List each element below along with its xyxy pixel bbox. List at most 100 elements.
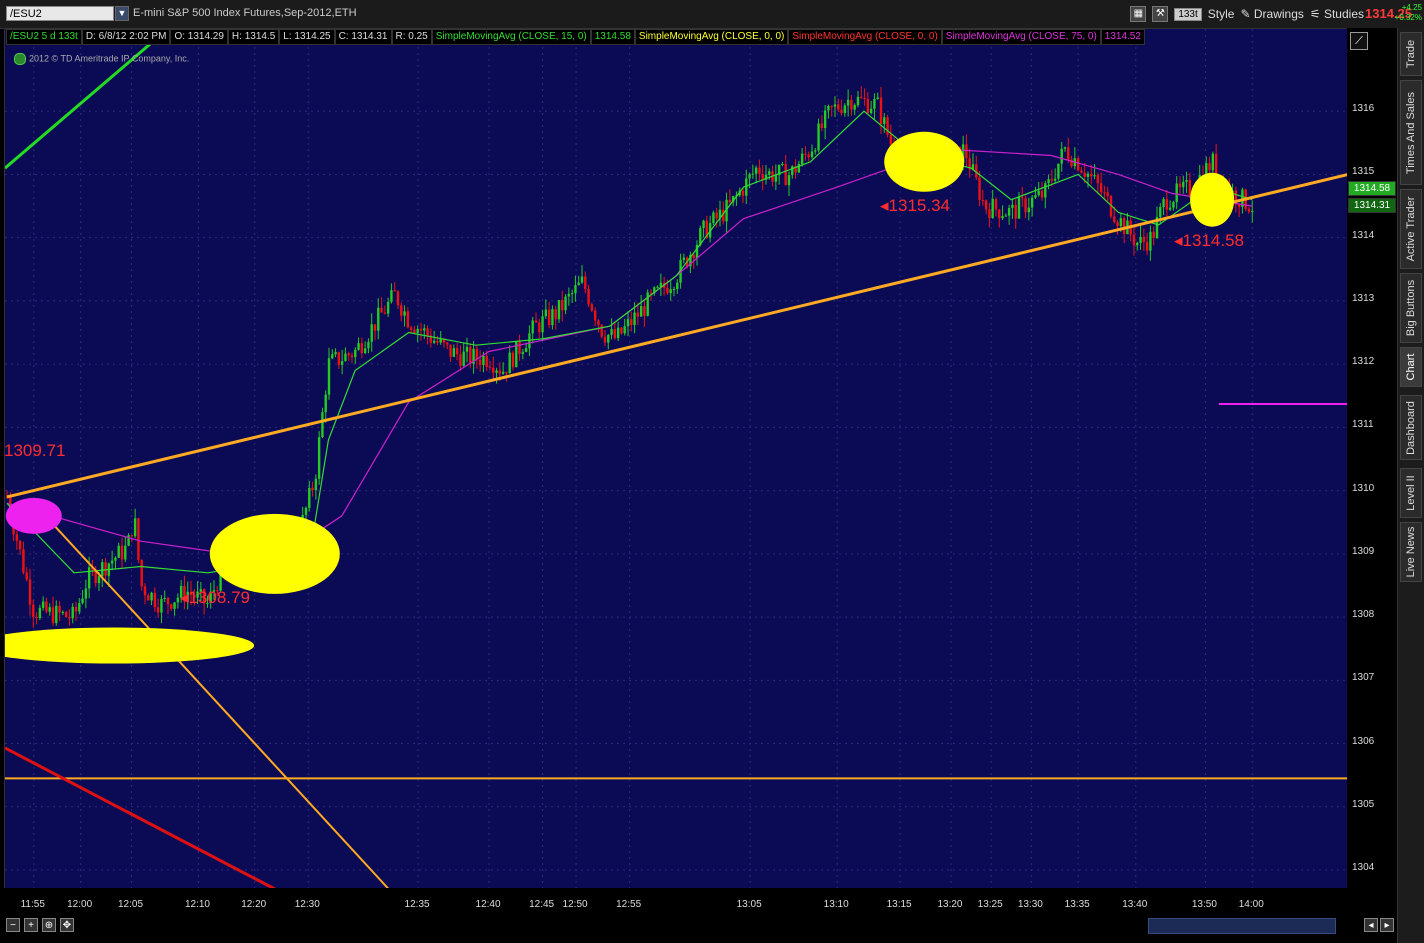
legend-date: D: 6/8/12 2:02 PM — [81, 29, 171, 45]
change-abs: +4.25 — [1401, 3, 1422, 12]
candle-body — [561, 300, 564, 311]
candle-body — [784, 163, 787, 186]
scroll-right-icon[interactable]: ▸ — [1380, 918, 1394, 932]
candle-body — [1034, 195, 1037, 198]
tab-live-news[interactable]: Live News — [1400, 522, 1422, 582]
y-tick-label: 1314 — [1352, 229, 1375, 241]
candle-body — [810, 151, 814, 158]
candle-body — [1021, 197, 1024, 199]
candle-body — [459, 354, 462, 366]
annotation-1314-58-text: 1314.58 — [1182, 231, 1244, 250]
candle-body — [426, 328, 429, 336]
candle-body — [830, 105, 833, 107]
candle-body — [988, 209, 991, 219]
candle-body — [547, 309, 551, 326]
candle-body — [304, 507, 308, 515]
candle-body — [163, 597, 166, 599]
zoom-in-icon[interactable]: + — [24, 918, 38, 932]
candle-body — [846, 99, 850, 106]
candle-body — [15, 534, 19, 541]
candle-body — [413, 329, 416, 333]
tab-active-trader-label: Active Trader — [1405, 196, 1417, 262]
time-axis[interactable] — [0, 888, 1397, 943]
x-tick-label: 13:30 — [1017, 899, 1043, 910]
zoom-out-icon[interactable]: − — [6, 918, 20, 932]
legend-sma0b: SimpleMovingAvg (CLOSE, 0, 0) — [788, 29, 942, 45]
candle-body — [133, 518, 137, 537]
price-axis[interactable] — [1347, 28, 1397, 888]
candle-body — [383, 312, 387, 314]
candle-body — [446, 342, 449, 345]
y-tick-label: 1310 — [1352, 482, 1375, 494]
candle-body — [577, 282, 580, 286]
x-tick-label: 13:40 — [1122, 899, 1148, 910]
zoom-fit-icon[interactable]: ⊕ — [42, 918, 56, 932]
grid-icon[interactable]: ▦ — [1130, 6, 1147, 22]
candle-body — [1211, 153, 1215, 171]
studies-menu[interactable]: ⚟ Studies — [1310, 7, 1364, 21]
scroll-left-icon[interactable]: ◂ — [1364, 918, 1378, 932]
candle-body — [465, 346, 469, 352]
candle-body — [147, 595, 150, 601]
candle-body — [554, 309, 557, 320]
tab-times-and-sales[interactable]: Times And Sales — [1400, 80, 1422, 185]
candle-body — [393, 290, 396, 292]
candle-body — [432, 340, 436, 343]
candle-body — [590, 304, 594, 311]
candle-body — [48, 607, 51, 612]
highlight-ellipse-breakout — [209, 513, 340, 594]
candle-body — [656, 286, 659, 288]
candle-body — [643, 306, 646, 316]
symbol-dropdown-button[interactable]: ▼ — [115, 6, 129, 21]
aggregation-badge[interactable]: 133t — [1174, 7, 1202, 21]
symbol-input[interactable]: /ESU2 — [6, 6, 114, 21]
candle-body — [1122, 218, 1126, 235]
chart-area[interactable] — [4, 28, 1349, 890]
candle-body — [173, 602, 176, 609]
tab-big-buttons[interactable]: Big Buttons — [1400, 273, 1422, 343]
candle-body — [682, 257, 686, 261]
tab-trade[interactable]: Trade — [1400, 32, 1422, 76]
time-scrollbar[interactable] — [1148, 918, 1336, 934]
tab-level-ii[interactable]: Level II — [1400, 468, 1422, 518]
legend-range: R: 0.25 — [391, 29, 432, 45]
candle-body — [1119, 218, 1123, 227]
candle-body — [1142, 236, 1146, 242]
wrench-icon[interactable]: ⚒ — [1152, 6, 1169, 22]
copyright-note: 2012 © TD Ameritrade IP Company, Inc. — [14, 53, 189, 65]
style-menu[interactable]: Style — [1208, 7, 1235, 21]
candle-body — [35, 617, 38, 619]
candle-body — [101, 562, 104, 577]
chart-style-icon[interactable]: ⟋ — [1350, 32, 1368, 50]
candle-body — [748, 174, 751, 179]
candle-body — [1099, 183, 1103, 193]
tab-active-trader[interactable]: Active Trader — [1400, 189, 1422, 269]
candle-body — [331, 354, 334, 359]
candle-body — [344, 353, 347, 362]
candle-body — [994, 199, 998, 210]
candle-body — [879, 97, 883, 124]
tab-chart[interactable]: Chart — [1400, 347, 1422, 387]
sma15-price-box: 1314.58 — [1348, 181, 1396, 196]
candle-body — [511, 352, 515, 368]
candle-body — [482, 355, 485, 366]
candle-body — [1116, 222, 1119, 227]
candle-body — [403, 311, 406, 316]
candle-body — [768, 171, 771, 175]
candle-body — [104, 562, 107, 576]
candle-body — [485, 355, 488, 367]
tab-dashboard[interactable]: Dashboard — [1400, 395, 1422, 460]
pan-icon[interactable]: ✥ — [60, 918, 74, 932]
candle-body — [1011, 204, 1014, 208]
candle-body — [45, 601, 48, 612]
candle-body — [1044, 183, 1047, 198]
candle-body — [156, 607, 160, 613]
legend-high: H: 1314.5 — [227, 29, 280, 45]
candle-body — [616, 327, 620, 339]
candle-body — [1047, 179, 1050, 184]
annotation-marker-1314-58: ◂1314.58 — [1174, 231, 1244, 250]
tab-level-ii-label: Level II — [1405, 475, 1417, 511]
candle-body — [41, 601, 45, 608]
candle-body — [1136, 242, 1139, 246]
drawings-menu[interactable]: ✎ Drawings — [1240, 7, 1303, 21]
